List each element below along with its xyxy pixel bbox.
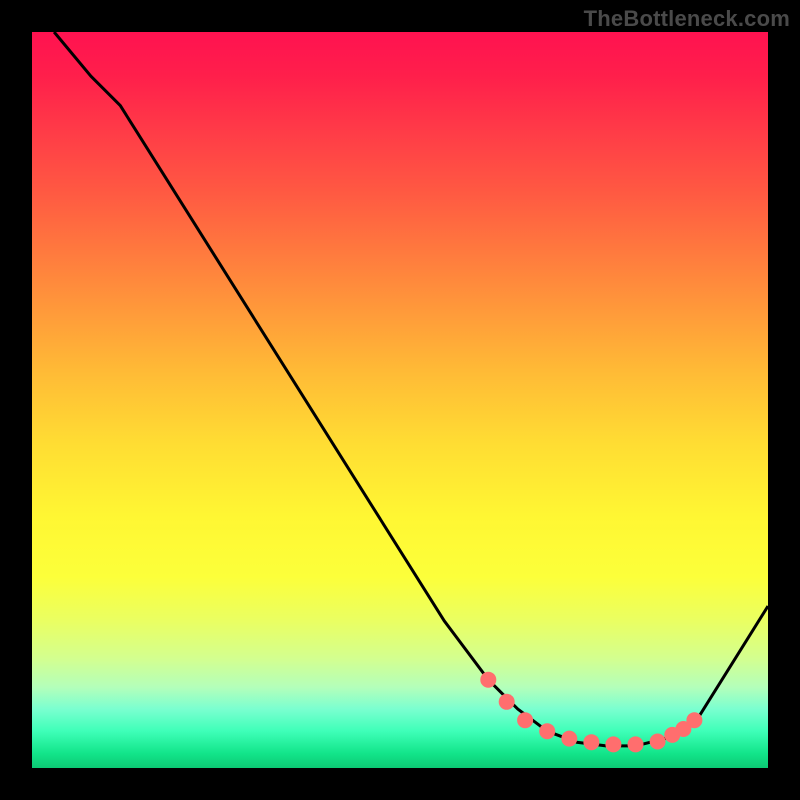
data-point [517,712,533,728]
data-point [539,723,555,739]
data-point [499,694,515,710]
data-point [480,672,496,688]
plot-area [32,32,768,768]
data-point [686,712,702,728]
chart-svg [32,32,768,768]
marker-layer [480,672,702,753]
data-point [561,731,577,747]
series-curve [54,32,768,746]
watermark-text: TheBottleneck.com [584,6,790,32]
data-point [628,736,644,752]
chart-frame: TheBottleneck.com [0,0,800,800]
data-point [583,734,599,750]
curve-layer [54,32,768,746]
data-point [605,736,621,752]
data-point [650,734,666,750]
